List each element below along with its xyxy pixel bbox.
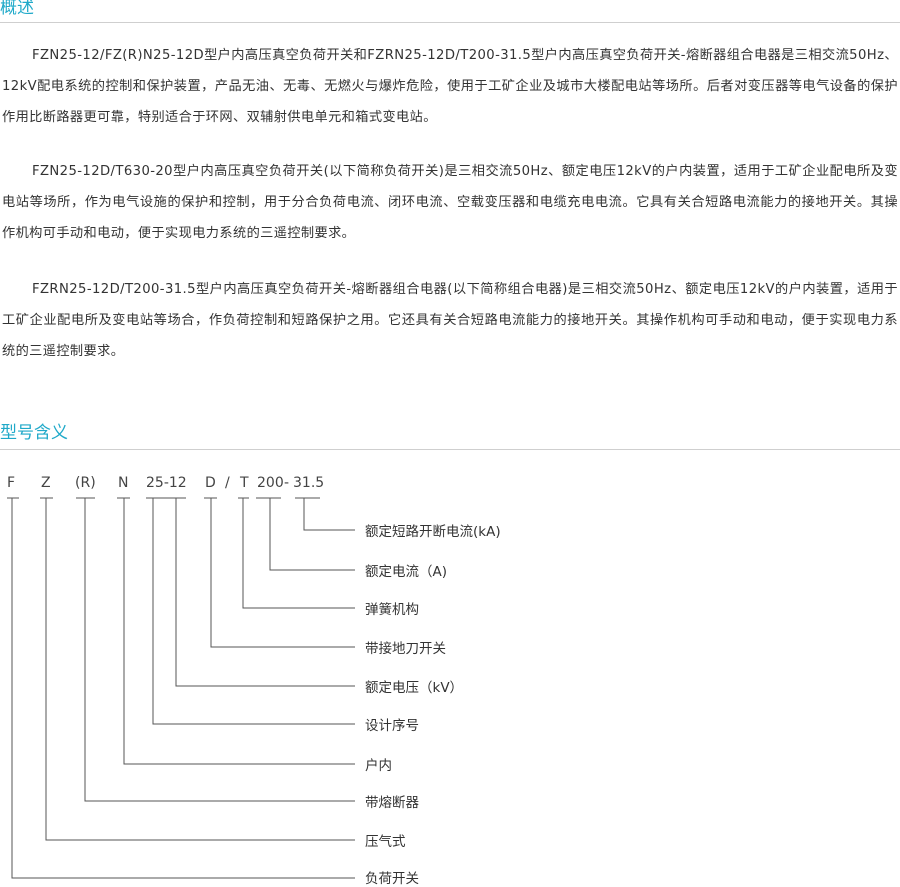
label-spring-mechanism: 弹簧机构 <box>365 602 419 618</box>
label-pneumatic: 压气式 <box>365 834 406 850</box>
connector-current <box>269 498 355 571</box>
connector-f <box>11 498 355 879</box>
label-rated-breaking-current: 额定短路开断电流(kA) <box>365 524 501 540</box>
label-load-switch: 负荷开关 <box>365 871 419 887</box>
connector-t <box>242 498 355 609</box>
label-design-serial: 设计序号 <box>365 718 419 734</box>
model-connector-lines <box>7 497 355 879</box>
label-rated-voltage: 额定电压（kV） <box>365 680 464 696</box>
connector-voltage-25 <box>152 498 355 725</box>
label-earthing-switch: 带接地刀开关 <box>365 641 446 657</box>
connector-breaking-current <box>303 498 355 531</box>
connector-voltage-12 <box>175 498 355 687</box>
label-indoor: 户内 <box>365 758 392 774</box>
connector-r <box>84 498 355 802</box>
connector-d <box>210 498 355 648</box>
label-rated-current: 额定电流（A) <box>365 564 448 580</box>
label-with-fuse: 带熔断器 <box>365 795 419 811</box>
connector-z <box>45 498 355 841</box>
